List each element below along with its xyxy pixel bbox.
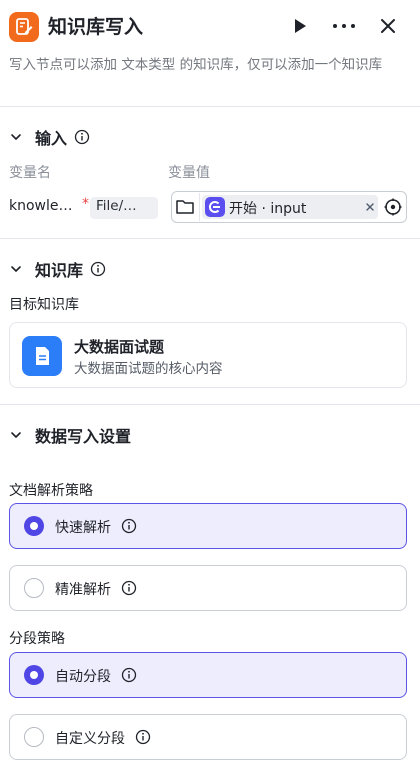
required-mark: *	[82, 196, 89, 212]
write-settings-toggle[interactable]: 数据写入设置	[9, 423, 131, 447]
kb-section-title: 知识库	[35, 261, 84, 280]
divider	[0, 238, 420, 239]
folder-icon[interactable]	[175, 198, 195, 216]
node-title: 知识库写入	[48, 16, 144, 38]
info-icon[interactable]	[74, 129, 90, 145]
variable-name-header: 变量名	[9, 165, 51, 181]
clear-icon[interactable]	[363, 199, 377, 213]
divider	[0, 404, 420, 405]
radio-unselected[interactable]	[24, 578, 44, 598]
separator	[199, 193, 200, 221]
variable-name: knowle…	[9, 198, 73, 214]
info-icon[interactable]	[121, 580, 137, 596]
knowledge-write-node-icon	[9, 12, 39, 42]
info-icon[interactable]	[121, 518, 137, 534]
parse-option-label: 快速解析	[55, 520, 111, 536]
kb-description: 大数据面试题的核心内容	[74, 361, 223, 377]
kb-name: 大数据面试题	[74, 338, 165, 356]
variable-type-tag: File/…	[90, 197, 158, 219]
chevron-down-icon	[11, 432, 21, 438]
info-icon[interactable]	[121, 667, 137, 683]
input-section-toggle[interactable]: 输入	[9, 125, 90, 149]
radio-unselected[interactable]	[24, 727, 44, 747]
kb-section-toggle[interactable]: 知识库	[9, 257, 106, 281]
split-strategy-label: 分段策略	[9, 631, 65, 647]
input-section-title: 输入	[35, 129, 68, 148]
variable-value-header: 变量值	[168, 165, 210, 181]
reference-text: 开始 · input	[229, 201, 307, 217]
knowledge-base-card[interactable]	[9, 322, 407, 388]
info-icon[interactable]	[90, 261, 106, 277]
info-icon[interactable]	[135, 729, 151, 745]
close-icon[interactable]	[378, 16, 398, 36]
radio-selected[interactable]	[24, 665, 44, 685]
split-option-label: 自定义分段	[55, 731, 125, 747]
radio-selected[interactable]	[24, 516, 44, 536]
more-icon[interactable]	[330, 16, 358, 36]
chevron-down-icon	[11, 134, 21, 140]
parse-option-label: 精准解析	[55, 582, 111, 598]
node-description: 写入节点可以添加 文本类型 的知识库，仅可以添加一个知识库	[9, 57, 383, 73]
target-kb-label: 目标知识库	[9, 297, 79, 313]
document-icon	[22, 336, 62, 376]
split-option-label: 自动分段	[55, 669, 111, 685]
divider	[0, 106, 420, 107]
run-icon[interactable]	[290, 16, 310, 36]
parse-strategy-label: 文档解析策略	[9, 483, 93, 499]
start-node-icon	[205, 197, 225, 217]
write-settings-title: 数据写入设置	[35, 427, 132, 446]
variable-select-icon[interactable]	[383, 197, 403, 217]
chevron-down-icon	[11, 266, 21, 272]
